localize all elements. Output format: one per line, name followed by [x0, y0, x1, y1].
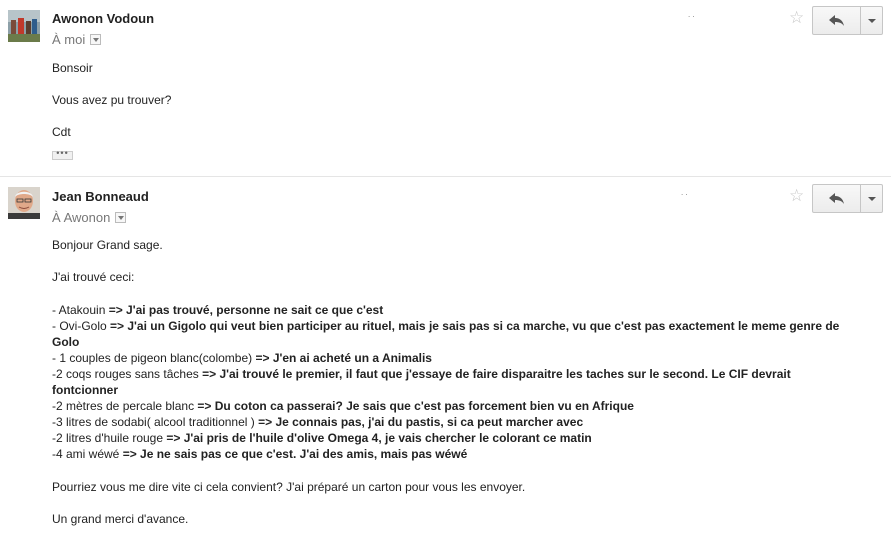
- item-name: -2 litres d'huile rouge: [52, 431, 167, 445]
- star-icon[interactable]: ☆: [789, 9, 804, 26]
- avatar[interactable]: [8, 187, 40, 219]
- closing-line: Pourriez vous me dire vite ci cela convi…: [52, 480, 526, 494]
- greeting: Bonjour Grand sage.: [52, 238, 163, 252]
- list-item: -2 mètres de percale blanc => Du coton c…: [52, 398, 852, 414]
- recipient-line: À moi: [52, 32, 102, 47]
- item-reply: => J'ai pris de l'huile d'olive Omega 4,…: [166, 431, 592, 445]
- list-item: -2 coqs rouges sans tâches => J'ai trouv…: [52, 366, 852, 398]
- item-name: -3 litres de sodabi( alcool traditionnel…: [52, 415, 259, 429]
- reply-arrow-icon: [828, 14, 844, 26]
- more-options-button[interactable]: [861, 6, 883, 35]
- item-reply: => Je connais pas, j'ai du pastis, si ca…: [258, 415, 584, 429]
- list-item: -3 litres de sodabi( alcool traditionnel…: [52, 414, 852, 430]
- show-trimmed-content-button[interactable]: •••: [52, 149, 73, 160]
- message-divider: [0, 176, 891, 177]
- star-icon[interactable]: ☆: [789, 187, 804, 204]
- intro-line: J'ai trouvé ceci:: [52, 270, 135, 284]
- list-item: -4 ami wéwé => Je ne sais pas ce que c'e…: [52, 446, 852, 462]
- message-1: Awonon Vodoun À moi . . ☆ Bonsoir Vous a…: [0, 0, 891, 176]
- reply-button[interactable]: [812, 184, 861, 213]
- sender-name[interactable]: Awonon Vodoun: [52, 11, 154, 26]
- body-line: Vous avez pu trouver?: [52, 93, 172, 107]
- item-reply: => J'ai un Gigolo qui veut bien particip…: [52, 319, 840, 349]
- chevron-down-icon: [867, 196, 876, 201]
- closing-line: Un grand merci d'avance.: [52, 512, 189, 526]
- more-options-button[interactable]: [861, 184, 883, 213]
- sender-name[interactable]: Jean Bonneaud: [52, 189, 149, 204]
- recipient-label: À Awonon: [52, 210, 111, 225]
- item-reply: => Je ne sais pas ce que c'est. J'ai des…: [122, 447, 468, 461]
- item-list: - Atakouin => J'ai pas trouvé, personne …: [52, 302, 852, 462]
- item-name: - 1 couples de pigeon blanc(colombe): [52, 351, 256, 365]
- message-date: . .: [688, 10, 695, 19]
- item-name: - Ovi-Golo: [52, 319, 111, 333]
- avatar[interactable]: [8, 10, 40, 42]
- item-reply: => J'ai pas trouvé, personne ne sait ce …: [108, 303, 384, 317]
- item-name: -2 mètres de percale blanc: [52, 399, 198, 413]
- list-item: - Ovi-Golo => J'ai un Gigolo qui veut bi…: [52, 318, 852, 350]
- item-reply: => Du coton ca passerai? Je sais que c'e…: [197, 399, 634, 413]
- list-item: - Atakouin => J'ai pas trouvé, personne …: [52, 302, 852, 318]
- reply-button[interactable]: [812, 6, 861, 35]
- list-item: -2 litres d'huile rouge => J'ai pris de …: [52, 430, 852, 446]
- recipient-line: À Awonon: [52, 210, 127, 225]
- reply-button-group: [812, 184, 883, 213]
- item-name: -2 coqs rouges sans tâches: [52, 367, 203, 381]
- details-dropdown-icon[interactable]: [115, 212, 127, 223]
- message-date: . .: [681, 188, 688, 197]
- item-reply: => J'en ai acheté un a Animalis: [255, 351, 432, 365]
- details-dropdown-icon[interactable]: [90, 34, 102, 45]
- body-line: Cdt: [52, 125, 71, 139]
- chevron-down-icon: [867, 18, 876, 23]
- list-item: - 1 couples de pigeon blanc(colombe) => …: [52, 350, 852, 366]
- body-line: Bonsoir: [52, 61, 93, 75]
- reply-button-group: [812, 6, 883, 35]
- reply-arrow-icon: [828, 192, 844, 204]
- recipient-label: À moi: [52, 32, 86, 47]
- item-name: -4 ami wéwé: [52, 447, 123, 461]
- item-name: - Atakouin: [52, 303, 109, 317]
